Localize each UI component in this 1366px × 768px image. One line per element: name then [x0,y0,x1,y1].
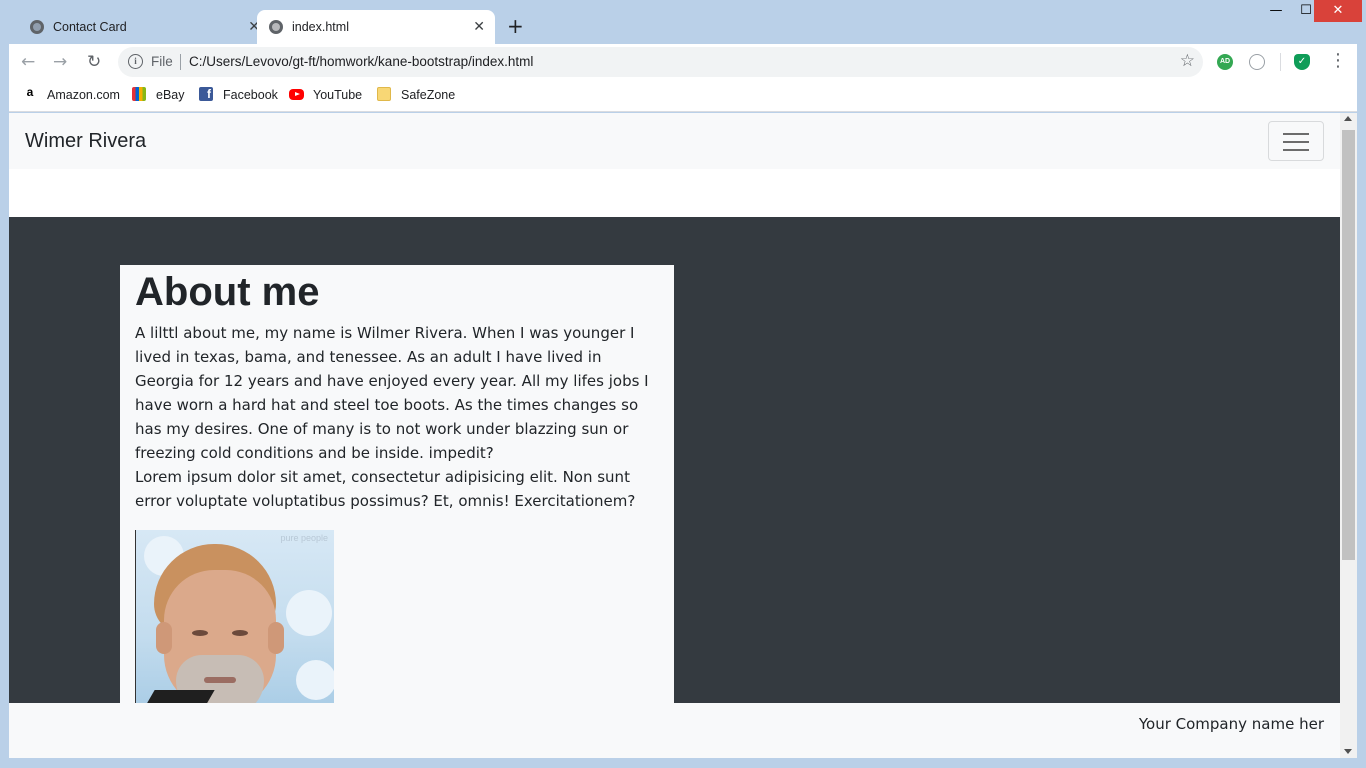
photo-ear [156,622,172,654]
youtube-icon [289,89,304,100]
back-button[interactable]: ← [21,52,35,72]
site-footer: Your Company name her [9,703,1340,758]
bookmark-label: Amazon.com [47,88,120,102]
bookmark-label: YouTube [313,88,363,102]
site-navbar: Wimer Rivera [9,113,1340,169]
bookmark-star-icon[interactable]: ☆ [1180,51,1195,71]
hamburger-icon-bar [1283,149,1309,151]
photo-mouth [204,677,236,683]
navbar-toggler-button[interactable] [1268,121,1324,161]
close-window-button[interactable]: ✕ [1314,0,1362,22]
dark-section: About me A lilttl about me, my name is W… [9,217,1340,707]
page-scrollbar[interactable] [1340,113,1357,758]
page-viewport: Wimer Rivera About me A lilttl about me,… [9,113,1340,758]
bookmark-label: eBay [156,88,185,102]
shield-check-icon[interactable]: ✓ [1294,54,1310,70]
tab-contact-card[interactable]: Contact Card ✕ [18,10,270,44]
photo-watermark: pure people [280,533,328,543]
bookmarks-bar: a Amazon.com eBay f Facebook YouTube Saf… [9,80,1366,112]
bookmark-label: Facebook [223,88,278,102]
tab-title: index.html [292,20,349,34]
lorem-paragraph: Lorem ipsum dolor sit amet, consectetur … [135,468,636,510]
ebay-icon [132,87,146,101]
scrollbar-thumb[interactable] [1342,130,1355,560]
tab-index-html[interactable]: index.html ✕ [257,10,495,44]
browser-menu-icon[interactable]: ⋮ [1329,50,1347,72]
hamburger-icon-bar [1283,141,1309,143]
footer-text: Your Company name her [1138,715,1324,733]
tab-close-icon[interactable]: ✕ [473,18,485,36]
globe-icon [269,20,283,34]
facebook-icon: f [199,87,213,101]
divider [1280,53,1281,71]
photo-ear [268,622,284,654]
new-tab-button[interactable]: + [507,16,524,36]
navbar-brand[interactable]: Wimer Rivera [25,130,146,153]
photo-bg-shape [296,660,334,700]
forward-button[interactable]: → [53,52,67,72]
photo-eye [232,630,248,636]
profile-photo: pure people [135,530,334,707]
extension-icon[interactable] [1249,54,1265,70]
about-text: A lilttl about me, my name is Wilmer Riv… [135,321,665,513]
url-text[interactable]: C:/Users/Levovo/gt-ft/homwork/kane-boots… [189,54,533,69]
hamburger-icon [1283,133,1309,135]
reload-button[interactable]: ↻ [87,52,101,72]
address-bar[interactable]: i File C:/Users/Levovo/gt-ft/homwork/kan… [118,47,1203,77]
amazon-icon: a [23,86,37,101]
tab-title: Contact Card [53,20,127,34]
scroll-up-icon[interactable] [1344,116,1352,121]
photo-bg-shape [286,590,332,636]
browser-toolbar: ← → ↻ i File C:/Users/Levovo/gt-ft/homwo… [9,44,1366,80]
scroll-down-icon[interactable] [1344,749,1352,754]
scheme-label: File [151,54,173,69]
globe-icon [30,20,44,34]
about-heading: About me [135,270,320,314]
divider [180,54,181,70]
photo-eye [192,630,208,636]
window-frame-right [1357,44,1366,768]
about-paragraph: A lilttl about me, my name is Wilmer Riv… [135,324,649,462]
tab-strip: Contact Card ✕ index.html ✕ + — ☐ ✕ [0,0,1366,44]
about-card: About me A lilttl about me, my name is W… [120,265,674,707]
window-frame-left [0,0,9,768]
info-icon[interactable]: i [128,54,143,69]
bookmark-label: SafeZone [401,88,456,102]
folder-icon [377,87,391,101]
adguard-icon[interactable]: AD [1217,54,1233,70]
window-frame-bottom [0,758,1366,768]
